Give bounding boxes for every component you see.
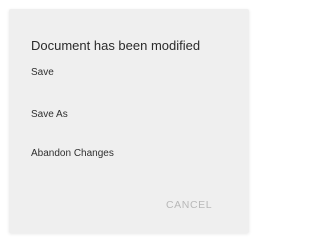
modified-document-dialog: Document has been modified Save Save As … [9,9,249,233]
abandon-changes-option[interactable]: Abandon Changes [31,148,114,159]
save-option[interactable]: Save [31,67,54,78]
dialog-title: Document has been modified [31,38,201,53]
save-as-option[interactable]: Save As [31,109,68,120]
cancel-button[interactable]: CANCEL [166,199,212,211]
